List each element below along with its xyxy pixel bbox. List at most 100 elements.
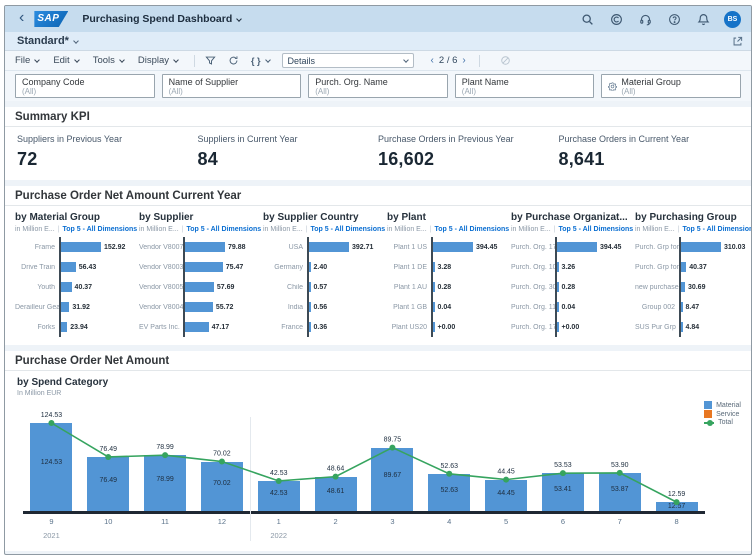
total-point-value: 70.02 [213,451,231,458]
bar[interactable] [309,242,349,252]
bar[interactable] [309,282,311,292]
total-point-value: 48.64 [327,466,345,473]
top5-all-dimensions-link[interactable]: Top 5 - All Dimensions [63,226,138,233]
bar[interactable] [185,282,214,292]
kpi-tile-suppliers-in-current-year[interactable]: Suppliers in Current Year 84 [198,134,379,170]
filter-funnel-icon[interactable] [205,55,216,66]
variant-selector[interactable]: Standard* [17,35,69,47]
script-braces-icon[interactable]: { } [251,56,271,66]
help-icon[interactable] [668,13,681,26]
bar-value: 152.92 [104,243,126,251]
chevron-down-icon[interactable] [73,37,79,44]
bar-row-plant-us20: Plant US20 +0.00 [387,317,507,337]
bar-value: 8.47 [685,303,700,311]
copilot-icon[interactable] [610,13,623,26]
mini-chart-by-purchasing-group: by Purchasing Group in Million E... | Top 5… [635,212,751,337]
bar[interactable] [61,302,70,312]
bar[interactable] [557,322,559,332]
mini-chart-by-purchase-organizat: by Purchase Organizat... in Million E... |… [511,212,634,337]
search-icon[interactable] [581,13,594,26]
details-dropdown[interactable]: Details [281,53,414,68]
bar[interactable] [61,262,76,272]
legend-item-service[interactable]: Service [704,410,741,418]
menu-display[interactable]: Display [138,55,179,66]
bar[interactable] [61,282,72,292]
bar[interactable] [433,282,435,292]
bar[interactable] [433,322,435,332]
next-page-icon[interactable]: › [462,55,465,66]
top5-all-dimensions-link[interactable]: Top 5 - All Dimensions [187,226,262,233]
bar[interactable] [557,242,597,252]
bar[interactable] [557,282,559,292]
filter-company-code[interactable]: Company Code (All) [15,74,155,98]
bar[interactable] [309,322,311,332]
prev-page-icon[interactable]: ‹ [431,55,434,66]
bar[interactable] [185,302,213,312]
bar[interactable] [433,242,473,252]
legend-item-material[interactable]: Material [704,401,741,409]
bar-value: 40.37 [689,263,707,271]
export-icon[interactable] [732,36,743,47]
bar-row-label: France [281,323,303,331]
bar[interactable] [681,282,685,292]
x-tick-label: 3 [390,517,395,526]
bar[interactable] [681,322,683,332]
avatar[interactable]: BS [724,10,741,28]
kpi-tile-purchase-orders-in-current-year[interactable]: Purchase Orders in Current Year 8,641 [559,134,740,170]
bar-row-label: India [287,303,303,311]
kpi-tile-suppliers-in-previous-year[interactable]: Suppliers in Previous Year 72 [17,134,198,170]
x-tick-label: 10 [104,517,113,526]
material-bar-3[interactable] [371,447,414,511]
total-point-value: 53.90 [611,462,629,469]
notifications-bell-icon[interactable] [697,13,710,26]
chevron-down-icon [34,57,41,63]
filter-name-of-supplier[interactable]: Name of Supplier (All) [161,74,302,98]
back-icon[interactable]: ‹ [19,10,24,26]
filter-plant-name[interactable]: Plant Name (All) [454,74,595,98]
mini-chart-by-supplier-country: by Supplier Country in Million E... | Top 5… [263,212,386,337]
bar[interactable] [185,262,223,272]
x-tick-label: 9 [49,517,54,526]
top5-all-dimensions-link[interactable]: Top 5 - All Dimensions [311,226,386,233]
menu-file[interactable]: File [15,55,41,66]
bar[interactable] [185,242,225,252]
x-tick-label: 1 [276,517,281,526]
bar[interactable] [309,302,311,312]
total-swatch [704,419,715,426]
filter-purch-org-name[interactable]: Purch. Org. Name (All) [308,74,448,98]
support-headset-icon[interactable] [639,13,652,26]
bar[interactable] [309,262,311,272]
kpi-tile-purchase-orders-in-previous-year[interactable]: Purchase Orders in Previous Year 16,602 [378,134,559,170]
refresh-icon[interactable] [228,55,239,66]
top5-all-dimensions-link[interactable]: Top 5 - All Dimensions [559,226,634,233]
bar[interactable] [681,302,683,312]
x-tick-label: 11 [161,517,169,526]
bar[interactable] [433,262,435,272]
bar[interactable] [557,302,559,312]
bar[interactable] [433,302,435,312]
bar[interactable] [557,262,559,272]
kpi-value: 16,602 [378,149,435,169]
app-title-menu[interactable]: Purchasing Spend Dashboard [82,13,243,25]
bar[interactable] [61,242,101,252]
top5-all-dimensions-link[interactable]: Top 5 - All Dimensions [683,226,751,233]
bar[interactable] [185,322,209,332]
bar-row-usa: USA 392.71 [263,237,383,257]
summary-kpi-section: Summary KPI Suppliers in Previous Year 72… [5,107,751,180]
filter-material-group[interactable]: Material Group (All) [601,74,741,98]
menu-tools[interactable]: Tools [93,55,125,66]
bar[interactable] [61,322,68,332]
filter-label: Plant Name [461,77,509,87]
kpi-value: 72 [17,149,38,169]
material-bar-9[interactable] [30,423,73,511]
bar-row-label: Purch. Org. 1110 [511,303,555,311]
bar[interactable] [681,262,687,272]
bar[interactable] [681,242,721,252]
menu-edit[interactable]: Edit [53,55,80,66]
bar-row-derailleur-gears: Derailleur Gears 31.92 [15,297,135,317]
bar-row-label: Forks [37,323,56,331]
legend-item-total[interactable]: Total [704,419,741,426]
legend-label: Service [716,410,740,418]
top5-all-dimensions-link[interactable]: Top 5 - All Dimensions [435,226,510,233]
chart-unit-label: In Million EUR [17,390,62,397]
